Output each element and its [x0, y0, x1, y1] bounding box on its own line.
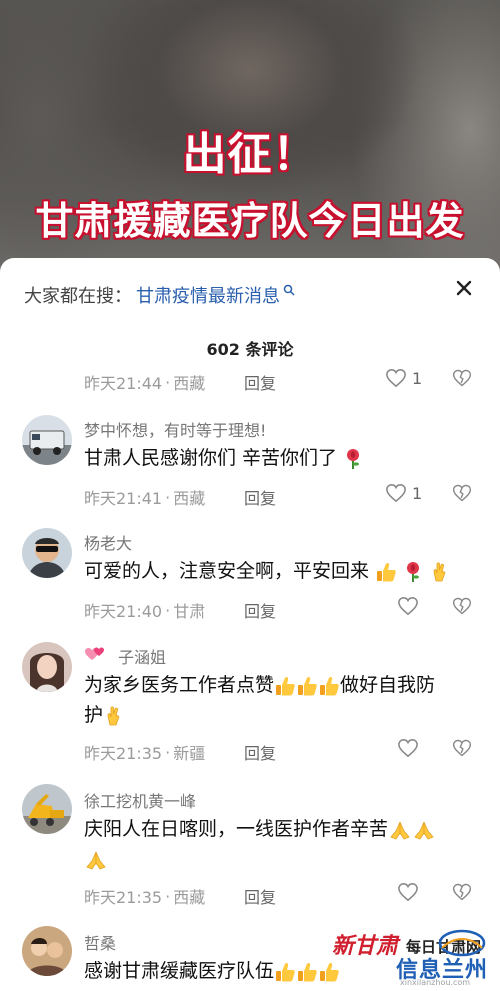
trending-search-link[interactable]: 甘肃疫情最新消息	[136, 282, 280, 308]
comment-username[interactable]: 杨老大	[84, 530, 132, 554]
comment-text-body: 可爱的人，注意安全啊，平安回来	[84, 560, 370, 582]
reply-button[interactable]: 回复	[244, 598, 276, 622]
comment-text-body: 甘肃人民感谢你们 辛苦你们了	[84, 447, 338, 469]
comment-username[interactable]: 徐工挖机黄一峰	[84, 788, 196, 812]
broken-heart-icon[interactable]	[452, 738, 472, 758]
thumbs-up-icon	[320, 676, 339, 695]
comment-text-body: 为家乡医务工作者点赞	[84, 674, 275, 696]
crossed-fingers-icon	[107, 705, 120, 725]
broken-heart-icon[interactable]	[452, 368, 472, 388]
comment-time: 昨天21:35	[84, 744, 163, 763]
comment-location: 西藏	[173, 489, 206, 508]
comment-location: 甘肃	[173, 602, 206, 621]
comment-meta: 昨天21:44 · 西藏	[84, 370, 205, 394]
like-count: 1	[412, 483, 423, 503]
comment-meta: 昨天21:40 · 甘肃	[84, 598, 205, 622]
comment-username[interactable]: 子涵姐	[118, 644, 166, 668]
comment-time: 昨天21:40	[84, 602, 163, 621]
like-button[interactable]: 1	[385, 368, 422, 388]
comment-location: 西藏	[173, 374, 206, 393]
reply-button[interactable]: 回复	[244, 884, 276, 908]
video-background[interactable]: 出征！ 甘肃援藏医疗队今日出发	[0, 0, 500, 270]
comment-username[interactable]: 哲桑	[84, 930, 116, 954]
comment-text: 为家乡医务工作者点赞 做好自我防 护	[84, 670, 464, 730]
comment-meta: 昨天21:35 · 新疆	[84, 740, 205, 764]
comment-text-body: 做好自我防	[340, 674, 436, 696]
comment-count: 602 条评论	[206, 340, 294, 359]
comment-time: 昨天21:41	[84, 489, 163, 508]
avatar[interactable]	[22, 926, 72, 976]
comment-username[interactable]: 梦中怀想，有时等于理想!	[84, 417, 266, 441]
broken-heart-icon[interactable]	[452, 596, 472, 616]
thumbs-up-icon	[377, 562, 396, 581]
comment-location: 西藏	[173, 888, 206, 907]
video-title-line2: 甘肃援藏医疗队今日出发	[35, 199, 465, 243]
double-hearts-icon	[85, 647, 104, 660]
comment-time: 昨天21:35	[84, 888, 163, 907]
avatar[interactable]	[22, 784, 72, 834]
comment-text: 庆阳人在日喀则，一线医护作者辛苦	[84, 814, 464, 874]
rose-icon	[407, 561, 420, 582]
thumbs-up-icon	[276, 676, 295, 695]
folded-hands-icon	[414, 821, 434, 839]
like-button[interactable]: 1	[385, 483, 422, 503]
heart-icon	[386, 369, 406, 388]
comment-text-body: 护	[84, 704, 104, 726]
avatar[interactable]	[22, 528, 72, 578]
trending-search-row[interactable]: 大家都在搜： 甘肃疫情最新消息	[24, 280, 295, 310]
thumbs-up-icon	[276, 962, 295, 981]
thumbs-up-icon	[298, 676, 317, 695]
like-button[interactable]	[397, 596, 419, 616]
folded-hands-icon	[390, 821, 410, 839]
comment-text: 甘肃人民感谢你们 辛苦你们了	[84, 443, 464, 473]
watermark-logo: 新甘肃	[332, 933, 399, 959]
like-button[interactable]	[397, 738, 419, 758]
video-title-line1: 出征！	[182, 129, 318, 180]
like-count: 1	[412, 368, 423, 388]
crossed-fingers-icon	[433, 561, 446, 581]
heart-icon	[386, 484, 406, 503]
comment-text: 可爱的人，注意安全啊，平安回来	[84, 556, 464, 586]
comment-text-body: 庆阳人在日喀则，一线医护作者辛苦	[84, 818, 389, 840]
avatar[interactable]	[22, 415, 72, 465]
thumbs-up-icon	[298, 962, 317, 981]
reply-button[interactable]: 回复	[244, 370, 276, 394]
watermark-url: xinxilanzhou.com	[400, 978, 471, 987]
broken-heart-icon[interactable]	[452, 483, 472, 503]
like-button[interactable]	[397, 882, 419, 902]
avatar[interactable]	[22, 642, 72, 692]
comment-meta: 昨天21:35 · 西藏	[84, 884, 205, 908]
heart-icon	[398, 739, 418, 758]
folded-hands-icon	[86, 851, 106, 869]
heart-icon	[398, 597, 418, 616]
heart-icon	[398, 883, 418, 902]
search-icon	[283, 284, 295, 296]
comment-location: 新疆	[173, 744, 206, 763]
broken-heart-icon[interactable]	[452, 882, 472, 902]
reply-button[interactable]: 回复	[244, 485, 276, 509]
comment-text-body: 感谢甘肃缓藏医疗队伍	[84, 960, 275, 982]
comment-time: 昨天21:44	[84, 374, 163, 393]
comment-sheet: 大家都在搜： 甘肃疫情最新消息 602 条评论 昨天21:44 · 西藏 回复 …	[0, 258, 500, 991]
reply-button[interactable]: 回复	[244, 740, 276, 764]
trending-search-prefix: 大家都在搜：	[24, 286, 132, 307]
close-icon[interactable]	[452, 276, 476, 300]
comment-meta: 昨天21:41 · 西藏	[84, 485, 205, 509]
watermark: 新甘肃 每日甘肃网 信息兰州 xinxilanzhou.com	[330, 928, 500, 991]
rose-icon	[347, 448, 360, 469]
